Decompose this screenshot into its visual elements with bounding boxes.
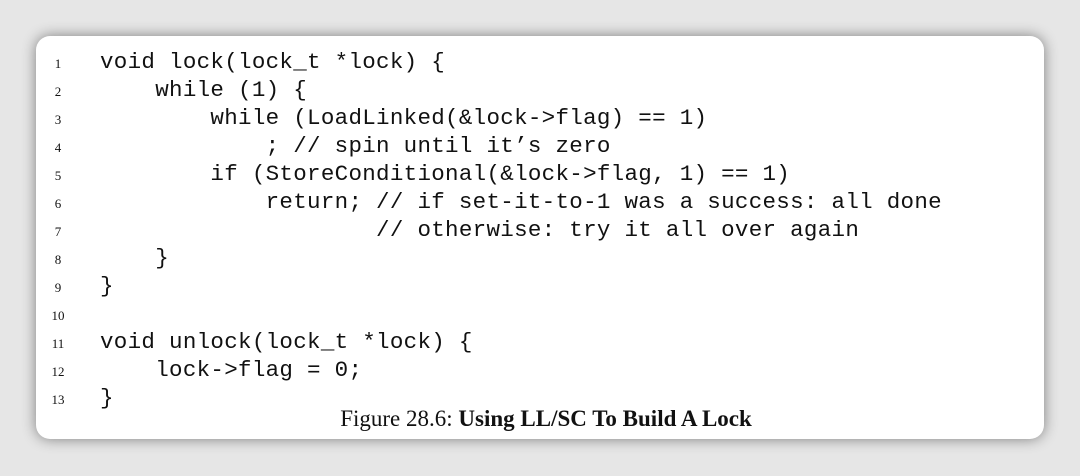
code-line: 11 void unlock(lock_t *lock) { bbox=[36, 328, 1044, 356]
line-number: 1 bbox=[54, 56, 62, 71]
code-line: 2 while (1) { bbox=[36, 76, 1044, 104]
figure-caption-title: Using LL/SC To Build A Lock bbox=[458, 406, 752, 431]
line-number: 2 bbox=[54, 84, 62, 99]
code-line: 3 while (LoadLinked(&lock->flag) == 1) bbox=[36, 104, 1044, 132]
code-text: // otherwise: try it all over again bbox=[100, 217, 860, 243]
line-number: 6 bbox=[54, 196, 62, 211]
figure-caption: Figure 28.6: Using LL/SC To Build A Lock bbox=[36, 406, 1044, 432]
line-number: 9 bbox=[54, 280, 62, 295]
code-line: 6 return; // if set-it-to-1 was a succes… bbox=[36, 188, 1044, 216]
line-number: 10 bbox=[51, 308, 65, 323]
line-number: 8 bbox=[54, 252, 62, 267]
line-number: 5 bbox=[54, 168, 62, 183]
code-figure-card: 1 void lock(lock_t *lock) { 2 while (1) … bbox=[36, 36, 1044, 439]
code-text: return; // if set-it-to-1 was a success:… bbox=[100, 189, 942, 215]
line-number: 3 bbox=[54, 112, 62, 127]
code-text: while (1) { bbox=[100, 77, 308, 103]
line-number: 11 bbox=[51, 336, 65, 351]
code-text: void lock(lock_t *lock) { bbox=[100, 49, 446, 75]
code-text: while (LoadLinked(&lock->flag) == 1) bbox=[100, 105, 708, 131]
code-text: } bbox=[100, 273, 114, 299]
code-text: lock->flag = 0; bbox=[100, 357, 363, 383]
code-line: 1 void lock(lock_t *lock) { bbox=[36, 48, 1044, 76]
code-line: 5 if (StoreConditional(&lock->flag, 1) =… bbox=[36, 160, 1044, 188]
code-line: 9 } bbox=[36, 272, 1044, 300]
code-line: 12 lock->flag = 0; bbox=[36, 356, 1044, 384]
code-text: ; // spin until it’s zero bbox=[100, 133, 611, 159]
figure-caption-label: Figure 28.6: bbox=[340, 406, 459, 431]
code-text: } bbox=[100, 245, 170, 271]
code-text: if (StoreConditional(&lock->flag, 1) == … bbox=[100, 161, 791, 187]
code-line: 4 ; // spin until it’s zero bbox=[36, 132, 1044, 160]
line-number: 12 bbox=[51, 364, 65, 379]
line-number: 7 bbox=[54, 224, 62, 239]
line-number: 4 bbox=[54, 140, 62, 155]
code-line: 7 // otherwise: try it all over again bbox=[36, 216, 1044, 244]
code-line: 10 bbox=[36, 300, 1044, 328]
code-text: void unlock(lock_t *lock) { bbox=[100, 329, 473, 355]
code-line: 8 } bbox=[36, 244, 1044, 272]
